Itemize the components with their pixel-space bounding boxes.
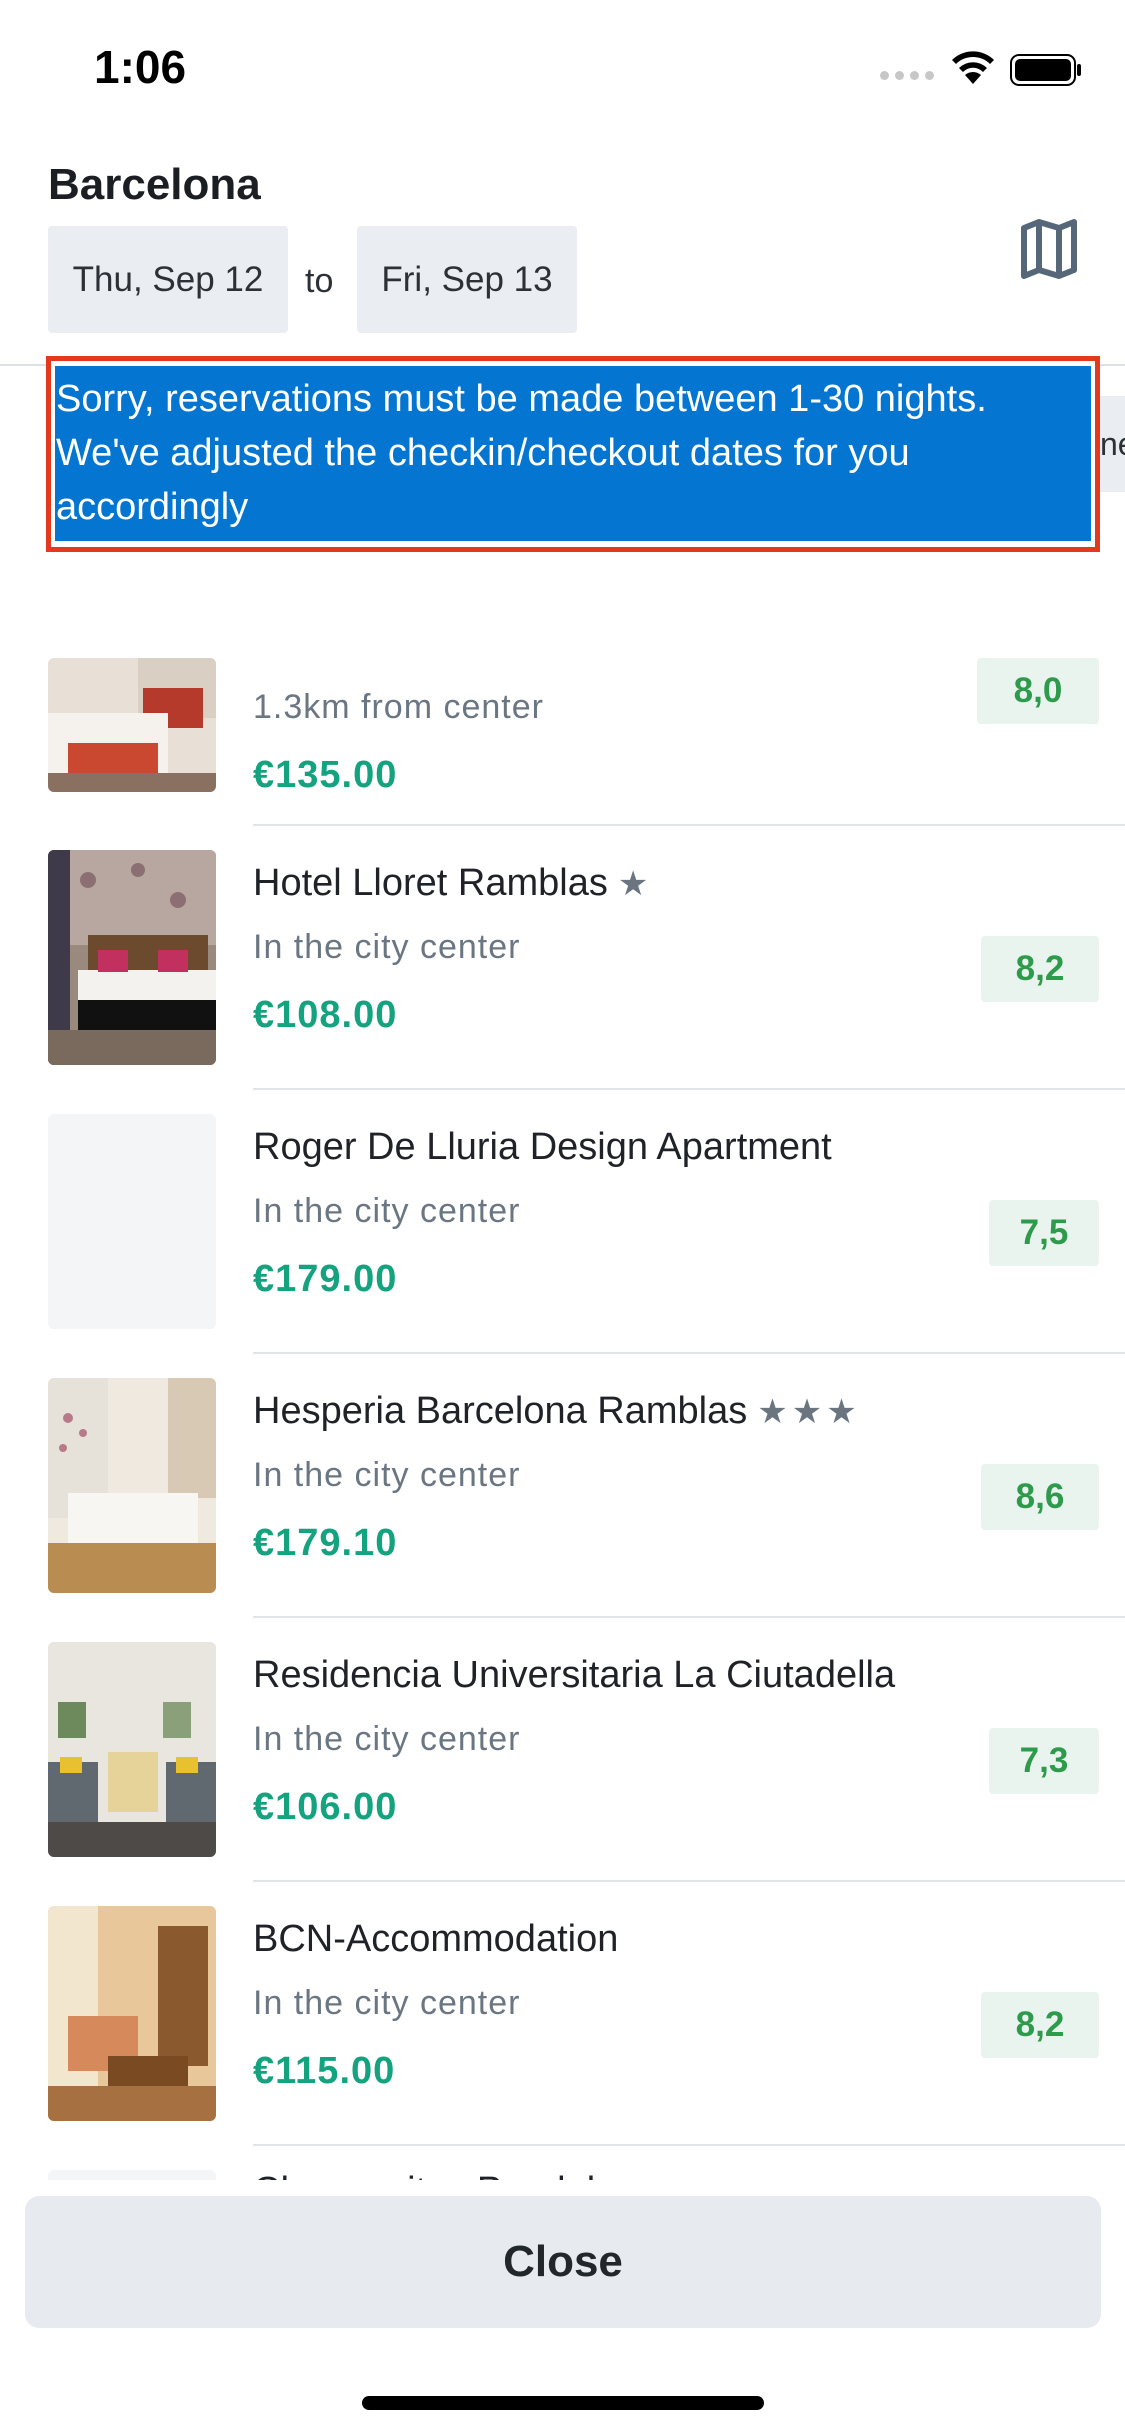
hotel-location: 1.3km from center: [253, 688, 544, 726]
hotel-rating: 8,6: [981, 1464, 1099, 1530]
hotel-price: €179.10: [253, 1522, 398, 1564]
hotel-price: €135.00: [253, 754, 398, 796]
hotel-thumbnail: [48, 658, 216, 792]
hotel-rating: 7,3: [989, 1728, 1099, 1794]
hotel-stars: ★★★: [757, 1393, 861, 1431]
hotel-name: Roger De Lluria Design Apartment: [253, 1126, 832, 1169]
hotel-name: Hotel Lloret Ramblas ★: [253, 862, 652, 905]
hotel-thumbnail: [48, 1378, 216, 1593]
alert-message: Sorry, reservations must be made between…: [56, 378, 987, 528]
hotel-name-text: Roger De Lluria Design Apartment: [253, 1126, 832, 1168]
hotel-row[interactable]: Residencia Universitaria La Ciutadella I…: [0, 1618, 1125, 1882]
hotel-location: In the city center: [253, 928, 521, 966]
close-button[interactable]: Close: [25, 2196, 1101, 2328]
checkout-date-button[interactable]: Fri, Sep 13: [357, 226, 577, 333]
checkin-date-button[interactable]: Thu, Sep 12: [48, 226, 288, 333]
hotel-price: €106.00: [253, 1786, 398, 1828]
hotel-thumbnail: [48, 1642, 216, 1857]
hotel-location: In the city center: [253, 1720, 521, 1758]
signal-icon: [880, 71, 934, 80]
hotel-location: In the city center: [253, 1984, 521, 2022]
hotel-price: €115.00: [253, 2050, 396, 2092]
hotel-thumbnail: [48, 850, 216, 1065]
hotel-row[interactable]: Hotel Lloret Ramblas ★ In the city center…: [0, 826, 1125, 1090]
hotel-rating: 8,2: [981, 936, 1099, 1002]
hotel-name-text: Hotel Lloret Ramblas: [253, 862, 608, 904]
wifi-icon: [952, 51, 994, 84]
home-indicator[interactable]: [362, 2396, 764, 2410]
hotel-name: Hesperia Barcelona Ramblas ★★★: [253, 1390, 861, 1433]
hotel-name-text: BCN-Accommodation: [253, 1918, 619, 1960]
hotel-rating: 8,0: [977, 658, 1099, 724]
hotel-rating: 8,2: [981, 1992, 1099, 2058]
hotel-name: BCN-Accommodation: [253, 1918, 618, 1961]
hotel-price: €179.00: [253, 1258, 398, 1300]
hotel-row[interactable]: Hesperia Barcelona Ramblas ★★★ In the cit…: [0, 1354, 1125, 1618]
hotel-price: €108.00: [253, 994, 398, 1036]
battery-icon: [1010, 54, 1081, 86]
hotel-row[interactable]: BCN-Accommodation In the city center €11…: [0, 1882, 1125, 2146]
hotel-row[interactable]: Roger De Lluria Design Apartment In the …: [0, 1090, 1125, 1354]
hotel-location: In the city center: [253, 1456, 521, 1494]
hotel-stars: ★: [617, 865, 653, 903]
map-icon[interactable]: [1020, 218, 1078, 280]
hotel-name: Residencia Universitaria La Ciutadella: [253, 1654, 895, 1697]
hotel-rating: 7,5: [989, 1200, 1099, 1266]
hotel-location: In the city center: [253, 1192, 521, 1230]
hotel-name-text: Residencia Universitaria La Ciutadella: [253, 1654, 896, 1696]
hotel-name-text: Hesperia Barcelona Ramblas: [253, 1390, 748, 1432]
city-title: Barcelona: [48, 160, 261, 209]
hotel-thumbnail: [48, 1906, 216, 2121]
status-time: 1:06: [94, 41, 187, 93]
date-separator: to: [305, 262, 334, 300]
hotel-thumbnail: [48, 1114, 216, 1329]
